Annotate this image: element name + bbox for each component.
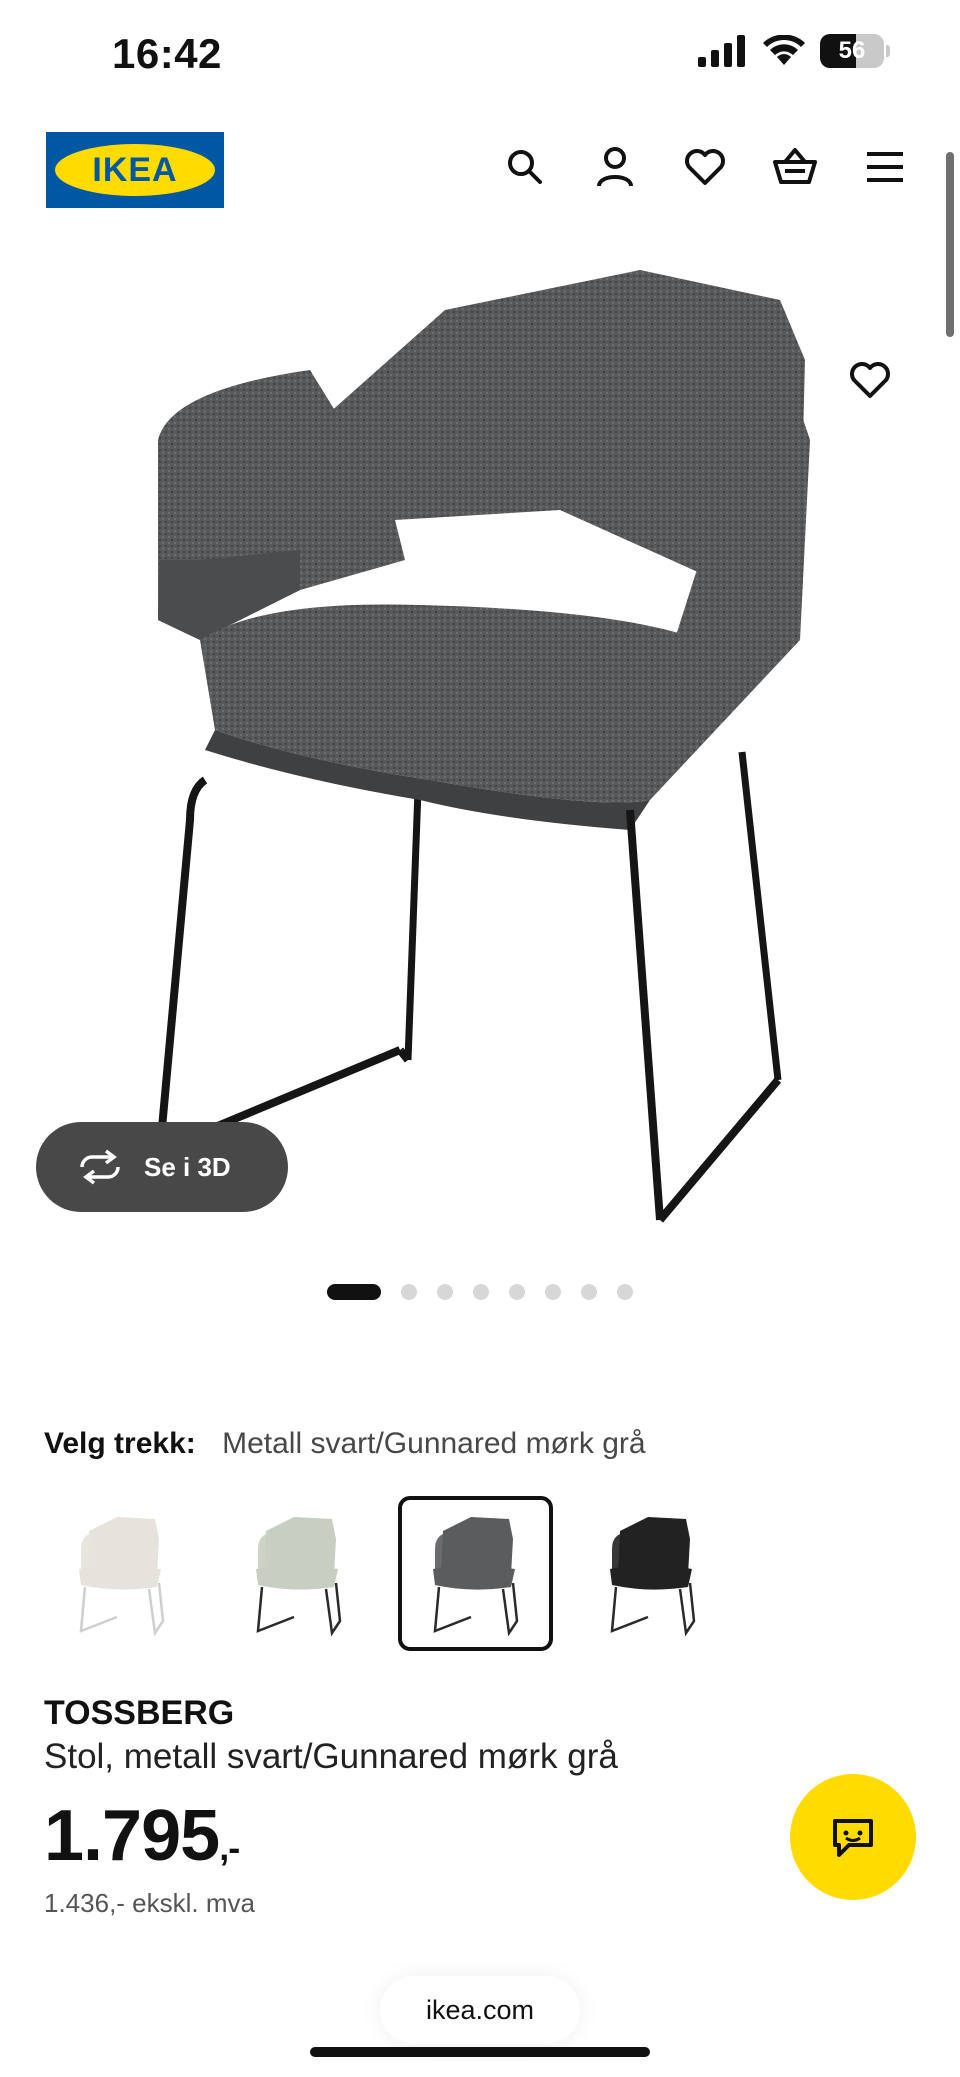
gallery-dot[interactable] bbox=[327, 1284, 381, 1300]
variant-selected-value: Metall svart/Gunnared mørk grå bbox=[222, 1427, 646, 1460]
browser-url-bar[interactable]: ikea.com bbox=[380, 1976, 580, 2044]
view-3d-label: Se i 3D bbox=[144, 1151, 231, 1182]
variant-swatch[interactable] bbox=[575, 1496, 730, 1651]
chat-button[interactable] bbox=[790, 1774, 916, 1900]
variant-swatch[interactable] bbox=[44, 1496, 199, 1651]
gallery-dot[interactable] bbox=[509, 1284, 525, 1300]
gallery-pagination bbox=[0, 1284, 960, 1300]
browser-url: ikea.com bbox=[425, 1994, 535, 2025]
product-name: TOSSBERG bbox=[44, 1694, 235, 1732]
home-indicator[interactable] bbox=[310, 2047, 650, 2057]
logo-oval: IKEA bbox=[55, 144, 215, 196]
battery-icon: 56 bbox=[820, 34, 884, 68]
view-3d-button[interactable]: Se i 3D bbox=[36, 1122, 288, 1212]
status-bar: 16:42 56 bbox=[0, 0, 960, 110]
ikea-logo[interactable]: IKEA bbox=[46, 132, 224, 208]
menu-icon[interactable] bbox=[860, 142, 910, 192]
chair-thumbnail bbox=[609, 1516, 695, 1636]
gallery-dot[interactable] bbox=[473, 1284, 489, 1300]
search-icon[interactable] bbox=[500, 142, 550, 192]
logo-text: IKEA bbox=[92, 150, 178, 189]
favorite-icon[interactable] bbox=[840, 350, 900, 410]
product-price: 1.795,- bbox=[44, 1795, 240, 1877]
variant-label: Velg trekk: Metall svart/Gunnared mørk g… bbox=[44, 1427, 646, 1461]
wifi-icon bbox=[763, 35, 805, 65]
battery-cap bbox=[886, 45, 890, 57]
account-icon[interactable] bbox=[590, 142, 640, 192]
gallery-dot[interactable] bbox=[545, 1284, 561, 1300]
variant-swatch[interactable] bbox=[221, 1496, 376, 1651]
variant-swatches bbox=[44, 1496, 730, 1651]
chair-thumbnail bbox=[432, 1516, 518, 1636]
gallery-dot[interactable] bbox=[617, 1284, 633, 1300]
heart-icon[interactable] bbox=[680, 142, 730, 192]
chat-icon bbox=[833, 1819, 873, 1857]
chair-thumbnail bbox=[78, 1516, 164, 1636]
variant-heading: Velg trekk: bbox=[44, 1427, 196, 1460]
basket-icon[interactable] bbox=[770, 142, 820, 192]
chair-illustration bbox=[156, 270, 810, 1223]
product-image[interactable] bbox=[0, 260, 960, 1260]
price-ex-vat: 1.436,- ekskl. mva bbox=[44, 1888, 255, 1918]
variant-swatch[interactable] bbox=[398, 1496, 553, 1651]
price-value: 1.795 bbox=[44, 1796, 220, 1876]
signal-icon bbox=[698, 35, 745, 67]
chair-thumbnail bbox=[255, 1516, 341, 1636]
rotate-3d-icon bbox=[80, 1149, 120, 1185]
header-icons bbox=[500, 142, 910, 192]
price-suffix: ,- bbox=[219, 1827, 240, 1868]
gallery-dot[interactable] bbox=[437, 1284, 453, 1300]
gallery-dot[interactable] bbox=[401, 1284, 417, 1300]
status-icons: 56 bbox=[698, 34, 890, 68]
battery-level: 56 bbox=[838, 37, 866, 64]
status-time: 16:42 bbox=[112, 30, 222, 77]
gallery-dot[interactable] bbox=[581, 1284, 597, 1300]
product-description: Stol, metall svart/Gunnared mørk grå bbox=[44, 1737, 618, 1776]
site-header: IKEA bbox=[0, 132, 960, 212]
